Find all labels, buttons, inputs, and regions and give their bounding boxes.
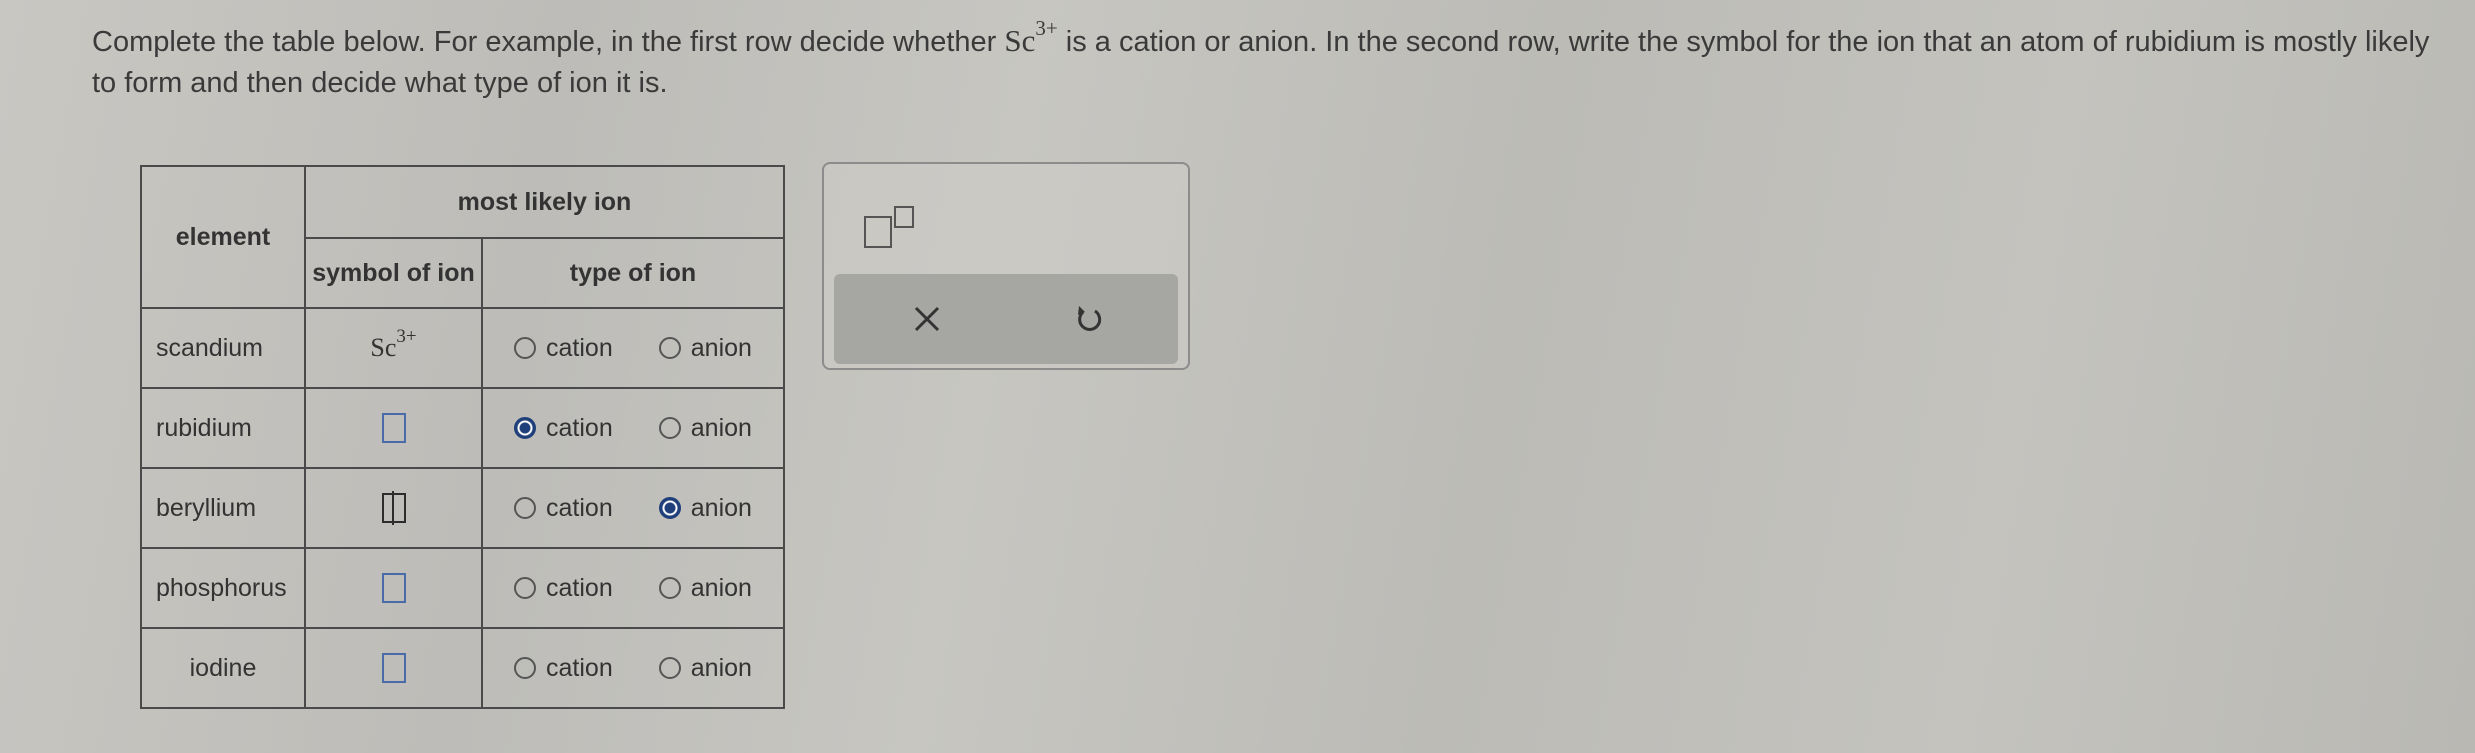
radio-cation[interactable] — [514, 337, 537, 359]
element-name: beryllium — [140, 467, 306, 549]
element-name: scandium — [140, 307, 306, 389]
type-cell: cation anion — [481, 627, 785, 709]
radio-anion[interactable] — [658, 577, 681, 599]
anion-label: anion — [690, 653, 752, 682]
symbol-cell — [304, 547, 483, 629]
cation-option[interactable]: cation — [514, 334, 613, 363]
cation-label: cation — [546, 653, 613, 682]
anion-label: anion — [690, 493, 752, 522]
tool-bar — [834, 274, 1178, 364]
clear-button[interactable] — [904, 296, 950, 342]
ion-symbol-base: Sc — [370, 333, 397, 362]
answer-tools-panel — [822, 162, 1190, 370]
prompt-ion-charge: 3+ — [1035, 16, 1058, 40]
table-row: iodine cation anion — [140, 627, 785, 709]
prompt-ion-symbol: Sc — [1004, 23, 1036, 58]
ion-table: element most likely ion symbol of ion ty… — [140, 165, 785, 709]
anion-option[interactable]: anion — [658, 333, 752, 363]
cation-label: cation — [546, 493, 613, 522]
header-symbol-of-ion: symbol of ion — [304, 237, 483, 309]
symbol-input[interactable] — [381, 573, 406, 604]
header-type-of-ion: type of ion — [481, 237, 785, 309]
ion-symbol: Sc3+ — [370, 327, 416, 362]
symbol-cell: Sc3+ — [304, 307, 483, 389]
question-prompt: Complete the table below. For example, i… — [92, 18, 2442, 104]
radio-cation-selected[interactable] — [514, 417, 537, 439]
symbol-cell — [304, 467, 483, 549]
anion-label: anion — [690, 573, 752, 602]
table-row: beryllium cation anion — [140, 467, 785, 549]
element-name: rubidium — [140, 387, 306, 469]
type-cell: cation anion — [481, 467, 785, 549]
undo-button[interactable] — [1066, 296, 1112, 342]
symbol-cell — [304, 387, 483, 469]
anion-option[interactable]: anion — [658, 413, 752, 443]
cation-label: cation — [546, 333, 613, 362]
header-most-likely-ion: most likely ion — [304, 165, 785, 239]
radio-anion[interactable] — [658, 417, 681, 439]
element-name: phosphorus — [140, 547, 306, 629]
type-cell: cation anion — [481, 387, 785, 469]
header-element: element — [140, 165, 306, 309]
anion-option[interactable]: anion — [658, 653, 752, 683]
symbol-input[interactable] — [381, 413, 406, 444]
radio-cation[interactable] — [514, 657, 537, 679]
superscript-box-icon[interactable] — [864, 206, 924, 248]
radio-anion[interactable] — [658, 657, 681, 679]
table-row: scandium Sc3+ cation anion — [140, 307, 785, 389]
type-cell: cation anion — [481, 307, 785, 389]
cation-label: cation — [546, 413, 613, 442]
anion-label: anion — [690, 333, 752, 362]
radio-anion-selected[interactable] — [658, 497, 681, 519]
radio-cation[interactable] — [514, 497, 537, 519]
cation-option[interactable]: cation — [514, 414, 613, 443]
symbol-input-with-cursor[interactable] — [381, 491, 406, 526]
radio-anion[interactable] — [658, 337, 681, 359]
close-icon — [914, 306, 940, 332]
symbol-cell — [304, 627, 483, 709]
cation-label: cation — [546, 573, 613, 602]
cation-option[interactable]: cation — [514, 494, 613, 523]
cation-option[interactable]: cation — [514, 574, 613, 603]
type-cell: cation anion — [481, 547, 785, 629]
anion-option[interactable]: anion — [658, 573, 752, 603]
table-row: phosphorus cation anion — [140, 547, 785, 629]
anion-option[interactable]: anion — [658, 493, 752, 523]
element-name: iodine — [140, 627, 306, 709]
symbol-input[interactable] — [381, 653, 406, 684]
table-row: rubidium cation anion — [140, 387, 785, 469]
undo-icon — [1078, 306, 1102, 331]
radio-cation[interactable] — [514, 577, 537, 599]
cation-option[interactable]: cation — [514, 654, 613, 683]
anion-label: anion — [690, 413, 752, 442]
ion-symbol-charge: 3+ — [396, 326, 417, 347]
prompt-text-before: Complete the table below. For example, i… — [92, 26, 1005, 58]
